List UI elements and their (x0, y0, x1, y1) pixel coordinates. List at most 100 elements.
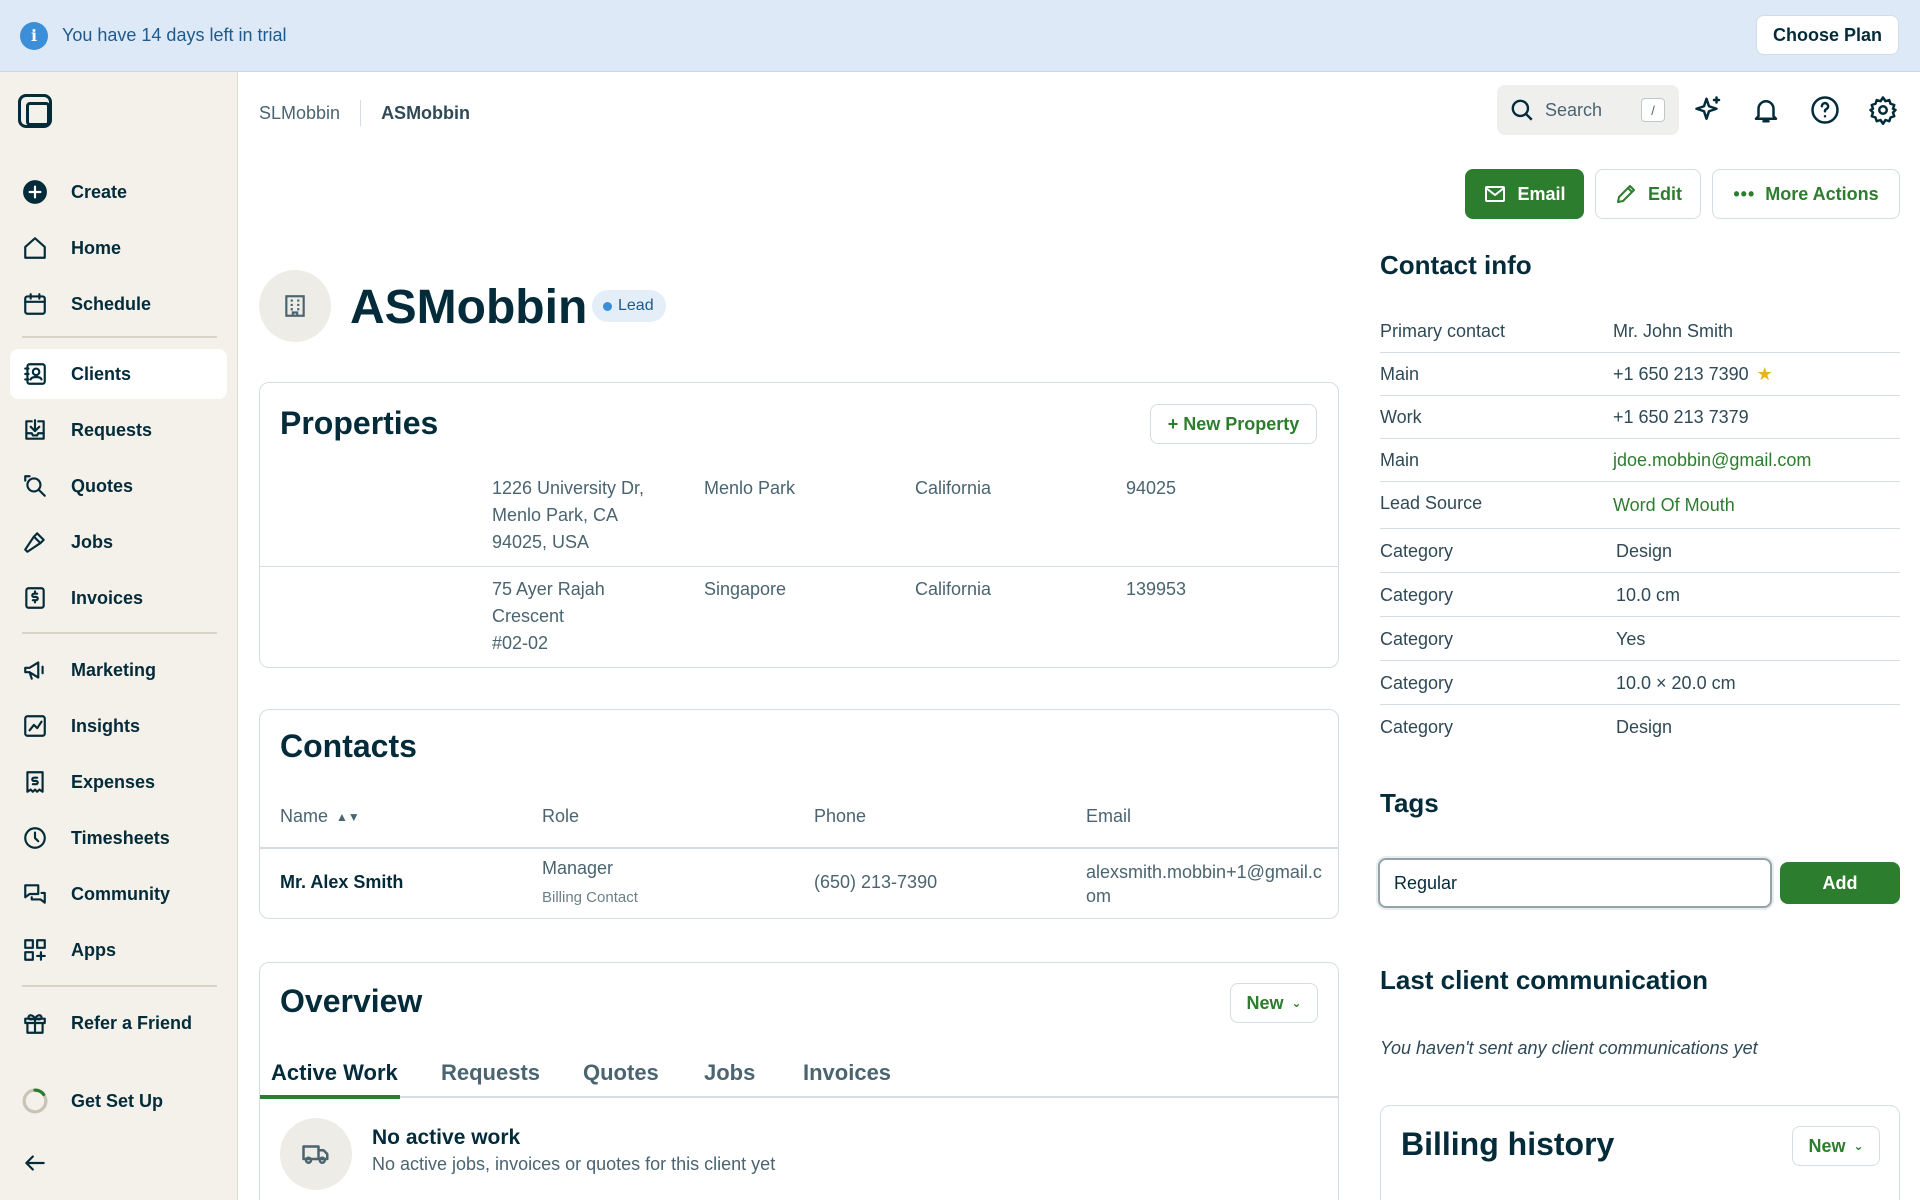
client-avatar (259, 270, 331, 342)
property-address: 1226 University Dr, Menlo Park, CA 94025… (492, 478, 645, 552)
breadcrumb: SLMobbin ASMobbin (259, 100, 470, 126)
home-icon (22, 235, 48, 261)
tab-quotes[interactable]: Quotes (583, 1060, 659, 1086)
info-icon: i (20, 21, 48, 50)
sidebar-item-create[interactable]: Create (10, 167, 227, 217)
info-value[interactable]: +1 650 213 7390 ★ (1613, 364, 1773, 385)
info-label: Main (1380, 364, 1420, 384)
empty-state-subtitle: No active jobs, invoices or quotes for t… (372, 1154, 776, 1174)
sidebar-item-community[interactable]: Community (10, 869, 227, 919)
contact-name[interactable]: Mr. Alex Smith (280, 872, 403, 893)
contact-phone: (650) 213-7390 (814, 872, 938, 892)
info-value: Yes (1616, 629, 1646, 649)
sidebar-item-marketing[interactable]: Marketing (10, 645, 227, 695)
choose-plan-button[interactable]: Choose Plan (1755, 15, 1899, 55)
billing-history-title: Billing history (1401, 1126, 1615, 1162)
apps-grid-icon (22, 937, 48, 963)
column-header-role: Role (542, 806, 580, 826)
sidebar-item-quotes[interactable]: Quotes (10, 461, 227, 511)
sidebar-item-home[interactable]: Home (10, 223, 227, 273)
trial-text: You have 14 days left in trial (62, 25, 287, 45)
email-link[interactable]: jdoe.mobbin@gmail.com (1613, 450, 1811, 471)
info-label: Category (1380, 585, 1454, 605)
sidebar-item-label: Refer a Friend (71, 1012, 193, 1033)
breadcrumb-item[interactable]: SLMobbin (259, 103, 340, 124)
sidebar-item-jobs[interactable]: Jobs (10, 517, 227, 567)
more-dots-icon: ••• (1733, 183, 1756, 204)
lead-source-link[interactable]: Word Of Mouth (1613, 495, 1735, 516)
column-header-name[interactable]: Name ▲▼ (280, 806, 360, 827)
overview-title: Overview (280, 983, 423, 1019)
sidebar-item-requests[interactable]: Requests (10, 405, 227, 455)
sidebar-item-timesheets[interactable]: Timesheets (10, 813, 227, 863)
info-value: 10.0 × 20.0 cm (1616, 673, 1736, 693)
sidebar: Create Home Schedule Clients Requests Qu… (0, 72, 238, 1200)
add-tag-button[interactable]: Add (1780, 862, 1900, 904)
info-label: Category (1380, 541, 1454, 561)
new-property-button[interactable]: + New Property (1150, 404, 1317, 444)
sidebar-item-expenses[interactable]: Expenses (10, 757, 227, 807)
property-address: 75 Ayer Rajah Crescent #02-02 (492, 579, 605, 653)
property-zip: 139953 (1126, 579, 1187, 599)
table-row[interactable]: 75 Ayer Rajah Crescent #02-02 Singapore … (260, 576, 1338, 666)
status-badge: Lead (592, 290, 666, 322)
contact-info-row: Primary contact Mr. John Smith (1380, 310, 1900, 353)
megaphone-icon (22, 657, 48, 683)
table-row[interactable]: 1226 University Dr, Menlo Park, CA 94025… (260, 475, 1338, 575)
sidebar-item-get-set-up[interactable]: Get Set Up (10, 1076, 227, 1126)
collapse-sidebar-button[interactable] (10, 1138, 227, 1188)
property-city: Singapore (704, 579, 787, 599)
info-value[interactable]: +1 650 213 7379 (1613, 407, 1749, 428)
chart-line-icon (22, 713, 48, 739)
info-value: Mr. John Smith (1613, 321, 1734, 341)
info-label: Primary contact (1380, 321, 1506, 341)
tab-active-work[interactable]: Active Work (271, 1060, 398, 1086)
page-title: ASMobbin (350, 281, 588, 334)
tag-input[interactable] (1378, 858, 1772, 908)
tab-invoices[interactable]: Invoices (803, 1060, 891, 1086)
bell-icon[interactable] (1751, 95, 1781, 125)
trial-banner: i You have 14 days left in trial Choose … (0, 0, 1920, 72)
billing-new-button[interactable]: New ⌄ (1792, 1126, 1880, 1166)
contact-info-row: Lead Source Word Of Mouth (1380, 482, 1900, 529)
edit-button[interactable]: Edit (1595, 169, 1701, 219)
contacts-book-icon (22, 361, 48, 387)
sidebar-item-schedule[interactable]: Schedule (10, 279, 227, 329)
tab-requests[interactable]: Requests (441, 1060, 540, 1086)
email-button[interactable]: Email (1465, 169, 1584, 219)
contact-info-row: Category Design (1380, 705, 1900, 749)
more-actions-button[interactable]: ••• More Actions (1712, 169, 1900, 219)
new-button-label: New (1246, 992, 1284, 1013)
sidebar-item-invoices[interactable]: Invoices (10, 573, 227, 623)
arrow-left-icon (22, 1150, 48, 1176)
app-logo-icon[interactable] (18, 94, 52, 128)
progress-ring-icon (22, 1088, 48, 1114)
active-tab-indicator (260, 1095, 400, 1099)
sidebar-item-label: Community (71, 883, 170, 904)
empty-state-icon (280, 1118, 352, 1190)
search-input[interactable]: Search / (1497, 85, 1679, 135)
info-label: Category (1380, 717, 1454, 737)
contact-info-title: Contact info (1380, 250, 1532, 280)
sidebar-item-insights[interactable]: Insights (10, 701, 227, 751)
sidebar-item-refer[interactable]: Refer a Friend (10, 998, 227, 1048)
property-zip: 94025 (1126, 478, 1177, 498)
sidebar-item-label: Home (71, 237, 122, 258)
quote-search-icon (22, 473, 48, 499)
building-icon (285, 295, 305, 317)
contact-info-row: Category 10.0 cm (1380, 573, 1900, 617)
last-communication-title: Last client communication (1380, 965, 1708, 995)
sidebar-item-label: Schedule (71, 293, 152, 314)
contact-info-row: Main jdoe.mobbin@gmail.com (1380, 439, 1900, 482)
sparkle-ai-icon[interactable] (1694, 95, 1724, 125)
clock-icon (22, 825, 48, 851)
overview-new-button[interactable]: New ⌄ (1230, 983, 1318, 1023)
help-icon[interactable] (1810, 95, 1840, 125)
gear-icon[interactable] (1868, 95, 1898, 125)
tab-jobs[interactable]: Jobs (704, 1060, 755, 1086)
sidebar-item-label: Create (71, 181, 128, 202)
sidebar-item-clients[interactable]: Clients (10, 349, 227, 399)
calendar-icon (22, 291, 48, 317)
sidebar-item-apps[interactable]: Apps (10, 925, 227, 975)
sidebar-item-label: Requests (71, 419, 153, 440)
